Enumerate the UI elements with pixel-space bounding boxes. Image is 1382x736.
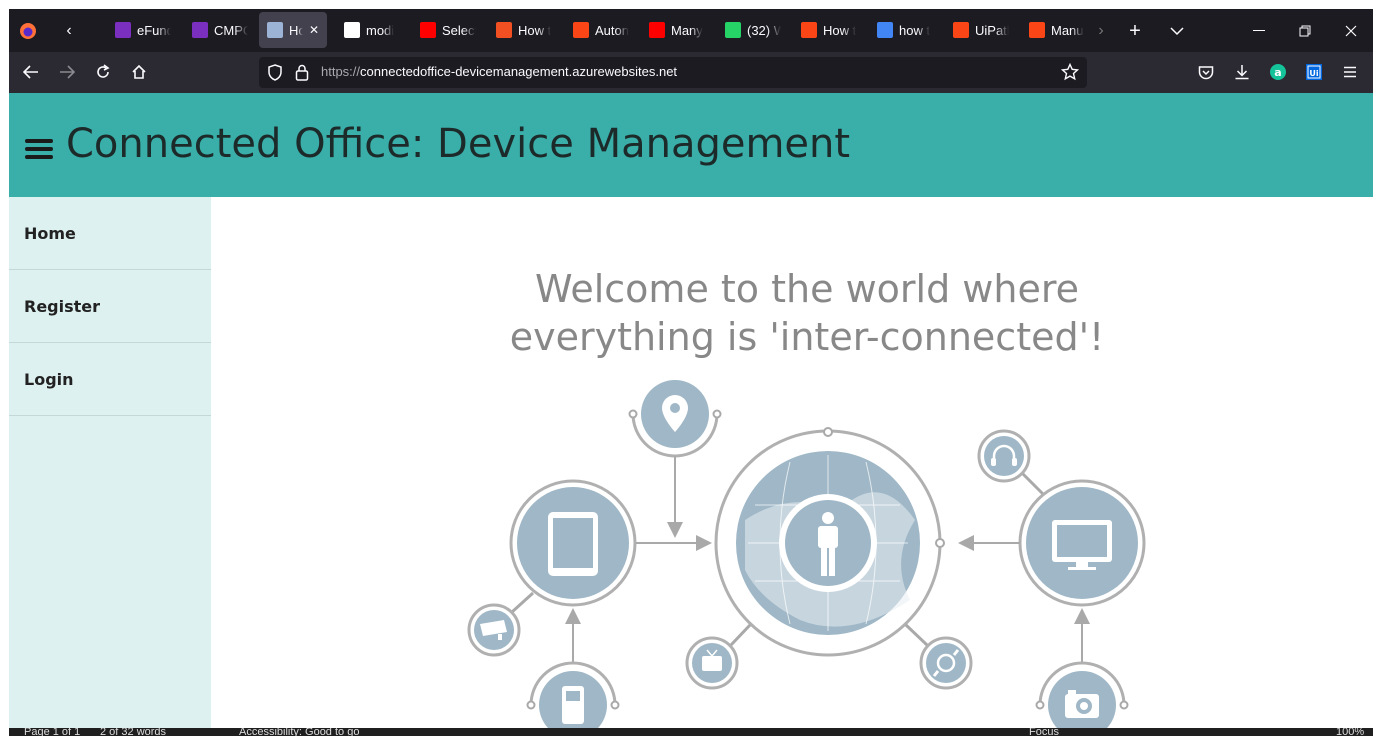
tab-label: UiPath: [975, 22, 1009, 38]
cmpc-icon: [192, 22, 208, 38]
tab-12[interactable]: Manu: [1029, 12, 1084, 48]
security-camera-icon: [467, 603, 521, 657]
main-content: Welcome to the world where everything is…: [211, 197, 1373, 728]
tab-scroll-right-icon[interactable]: ›: [1091, 19, 1111, 43]
tab-label: How t: [518, 22, 552, 38]
tab-9[interactable]: How t: [801, 12, 856, 48]
tab-label: CMPC: [214, 22, 248, 38]
browser-chrome: ‹ eFund CMPC Ho ✕ modi Select How t Auton Many (3…: [9, 9, 1373, 93]
globe-person-icon: [714, 427, 945, 657]
downloads-icon[interactable]: [1230, 60, 1254, 84]
whatsapp-icon: [725, 22, 741, 38]
svg-text:a: a: [1274, 66, 1281, 79]
sidebar-item-home[interactable]: Home: [9, 197, 211, 270]
google-icon: [877, 22, 893, 38]
tab-8[interactable]: (32) W: [725, 12, 781, 48]
uipath-icon: [953, 22, 969, 38]
tab-5[interactable]: How t: [496, 12, 551, 48]
tab-label: How t: [823, 22, 857, 38]
tab-label: eFund: [137, 22, 171, 38]
close-tab-icon[interactable]: ✕: [309, 23, 319, 37]
tab-7[interactable]: Many: [649, 12, 703, 48]
close-window-button[interactable]: [1339, 19, 1363, 43]
tab-6[interactable]: Auton: [573, 12, 629, 48]
tv-icon: [685, 623, 752, 690]
pocket-icon[interactable]: [1194, 60, 1218, 84]
accessibility-status[interactable]: Accessibility: Good to go: [239, 728, 359, 736]
uipath-icon: [573, 22, 589, 38]
zoom-level[interactable]: 100%: [1336, 728, 1364, 736]
tab-0[interactable]: eFund: [115, 12, 171, 48]
sidebar-item-login[interactable]: Login: [9, 343, 211, 416]
tab-label: Ho: [289, 22, 303, 38]
tab-label: Select: [442, 22, 476, 38]
tab-11[interactable]: UiPath: [953, 12, 1009, 48]
restore-button[interactable]: [1293, 19, 1317, 43]
back-button[interactable]: [19, 60, 43, 84]
uipath-extension-icon[interactable]: Ui: [1302, 60, 1326, 84]
url-host: connectedoffice-devicemanagement.azurewe…: [360, 64, 678, 79]
list-all-tabs-icon[interactable]: [1165, 19, 1189, 43]
tab-10[interactable]: how t: [877, 12, 930, 48]
tab-label: Auton: [595, 22, 629, 38]
smartwatch-icon: [904, 623, 973, 690]
uipath-icon: [1029, 22, 1045, 38]
tablet-icon: [509, 479, 712, 662]
efund-icon: [115, 22, 131, 38]
url-scheme: https://: [321, 64, 361, 79]
camera-icon: [1035, 661, 1129, 728]
focus-mode[interactable]: Focus: [1029, 728, 1059, 736]
reload-button[interactable]: [91, 60, 115, 84]
tab-bar: ‹ eFund CMPC Ho ✕ modi Select How t Auton Many (3…: [9, 9, 1373, 52]
desktop-monitor-icon: [958, 479, 1146, 662]
tab-label: Manu: [1051, 22, 1084, 38]
tab-label: Many: [671, 22, 703, 38]
tab-2[interactable]: Ho ✕: [259, 12, 328, 48]
document-icon: [267, 22, 283, 38]
tab-1[interactable]: CMPC: [192, 12, 248, 48]
uipath-icon: [801, 22, 817, 38]
forward-button[interactable]: [55, 60, 79, 84]
mobile-phone-icon: [526, 661, 620, 728]
youtube-icon: [649, 22, 665, 38]
navigation-toolbar: https://connectedoffice-devicemanagement…: [9, 52, 1373, 93]
word-count[interactable]: 2 of 32 words: [100, 728, 166, 736]
tab-4[interactable]: Select: [420, 12, 476, 48]
minimize-button[interactable]: [1247, 19, 1271, 43]
tab-3[interactable]: modi: [344, 12, 394, 48]
app-title: Connected Office: Device Management: [66, 121, 851, 167]
app-menu-icon[interactable]: [1338, 60, 1362, 84]
sidebar-item-register[interactable]: Register: [9, 270, 211, 343]
home-button[interactable]: [127, 60, 151, 84]
tracking-protection-shield-icon[interactable]: [267, 64, 283, 86]
firefox-icon[interactable]: [17, 21, 39, 41]
svg-text:Ui: Ui: [1309, 69, 1318, 78]
tab-label: modi: [366, 22, 395, 38]
github-icon: [344, 22, 360, 38]
url-text[interactable]: https://connectedoffice-devicemanagement…: [321, 64, 677, 79]
headphones-icon: [977, 429, 1045, 496]
location-pin-icon: [628, 380, 722, 538]
grammarly-extension-icon[interactable]: a: [1266, 60, 1290, 84]
connected-devices-illustration: [467, 380, 1146, 728]
youtube-icon: [420, 22, 436, 38]
lock-icon[interactable]: [295, 64, 309, 86]
hamburger-menu-icon[interactable]: [25, 139, 53, 159]
app-header: Connected Office: Device Management: [9, 93, 1373, 197]
new-tab-button[interactable]: +: [1123, 19, 1147, 43]
bookmark-star-icon[interactable]: [1060, 62, 1080, 86]
address-bar[interactable]: https://connectedoffice-devicemanagement…: [259, 57, 1087, 88]
tab-label: (32) W: [747, 22, 781, 38]
page-count[interactable]: Page 1 of 1: [24, 728, 80, 736]
word-status-bar: Page 1 of 1 2 of 32 words Accessibility:…: [9, 728, 1373, 736]
tab-list-back-icon[interactable]: ‹: [57, 19, 81, 43]
sidebar: Home Register Login: [9, 197, 211, 728]
microsoft-icon: [496, 22, 512, 38]
tab-label: how t: [899, 22, 931, 38]
